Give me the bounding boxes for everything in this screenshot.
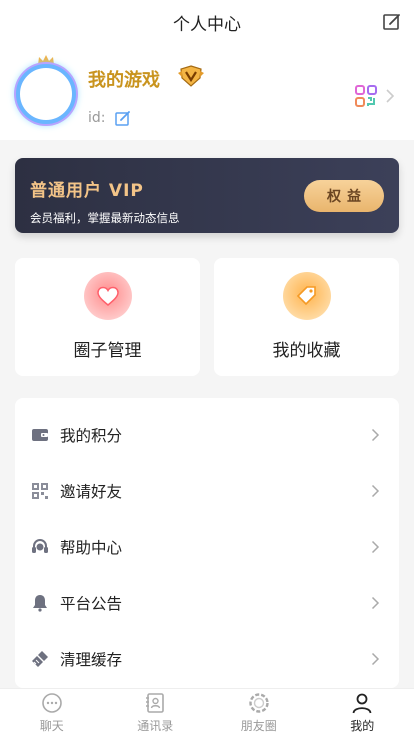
- chevron-right-icon: [371, 428, 380, 442]
- edit-icon[interactable]: [382, 12, 402, 32]
- contacts-icon: [146, 693, 165, 713]
- chevron-right-icon: [371, 596, 380, 610]
- chevron-right-icon: [371, 540, 380, 554]
- qr-icon: [32, 483, 48, 499]
- edit-id-icon[interactable]: [115, 110, 131, 126]
- vip-level-badge-icon: [178, 65, 204, 87]
- menu-label: 我的积分: [60, 427, 123, 445]
- menu-label: 平台公告: [60, 595, 123, 613]
- menu-label: 清理缓存: [60, 651, 123, 669]
- tab-label: 通讯录: [137, 719, 174, 733]
- wallet-icon: [32, 429, 48, 441]
- top-bar: 个人中心: [0, 0, 414, 44]
- avatar[interactable]: [16, 64, 76, 124]
- tag-icon: [283, 272, 331, 320]
- tab-me[interactable]: 我的: [311, 689, 414, 736]
- tab-moments[interactable]: 朋友圈: [207, 689, 311, 736]
- tab-contacts[interactable]: 通讯录: [104, 689, 208, 736]
- menu-item-points[interactable]: 我的积分: [15, 407, 399, 463]
- bottom-tab-bar: 聊天 通讯录 朋友圈 我的: [0, 688, 414, 736]
- chevron-right-icon[interactable]: [385, 88, 395, 104]
- user-id-label: id:: [88, 110, 106, 126]
- tab-label: 我的: [350, 719, 375, 733]
- menu-item-invite[interactable]: 邀请好友: [15, 463, 399, 519]
- vip-benefits-button[interactable]: 权益: [304, 180, 384, 212]
- tile-label: 我的收藏: [272, 341, 341, 361]
- menu-label: 帮助中心: [60, 539, 123, 557]
- vip-title: 普通用户 VIP: [30, 181, 144, 201]
- user-icon: [352, 693, 372, 714]
- tile-circle-management[interactable]: 圈子管理: [15, 258, 200, 376]
- tile-label: 圈子管理: [73, 341, 142, 361]
- bell-icon: [33, 595, 47, 612]
- menu-item-help[interactable]: 帮助中心: [15, 519, 399, 575]
- menu-label: 邀请好友: [60, 483, 123, 501]
- menu-item-clear-cache[interactable]: 清理缓存: [15, 631, 399, 687]
- tab-chat[interactable]: 聊天: [0, 689, 104, 736]
- menu-list: 我的积分 邀请好友 帮助中心 平台公告 清理缓存: [15, 398, 399, 688]
- broom-icon: [32, 651, 48, 667]
- avatar-frame[interactable]: [12, 54, 82, 130]
- moments-icon: [249, 693, 269, 713]
- vip-card[interactable]: 普通用户 VIP 会员福利，掌握最新动态信息 权益: [15, 158, 399, 233]
- profile-section[interactable]: 我的游戏 id:: [0, 44, 414, 140]
- qr-code-icon[interactable]: [354, 84, 378, 108]
- chevron-right-icon: [371, 484, 380, 498]
- headset-icon: [32, 539, 48, 553]
- vip-subtitle: 会员福利，掌握最新动态信息: [30, 211, 180, 225]
- user-nickname: 我的游戏: [88, 70, 160, 91]
- tile-my-favorites[interactable]: 我的收藏: [214, 258, 399, 376]
- chevron-right-icon: [371, 652, 380, 666]
- tab-label: 朋友圈: [240, 719, 277, 733]
- page-title: 个人中心: [173, 14, 241, 35]
- tab-label: 聊天: [39, 719, 64, 733]
- menu-item-announcements[interactable]: 平台公告: [15, 575, 399, 631]
- heart-icon: [84, 272, 132, 320]
- chat-icon: [41, 693, 62, 713]
